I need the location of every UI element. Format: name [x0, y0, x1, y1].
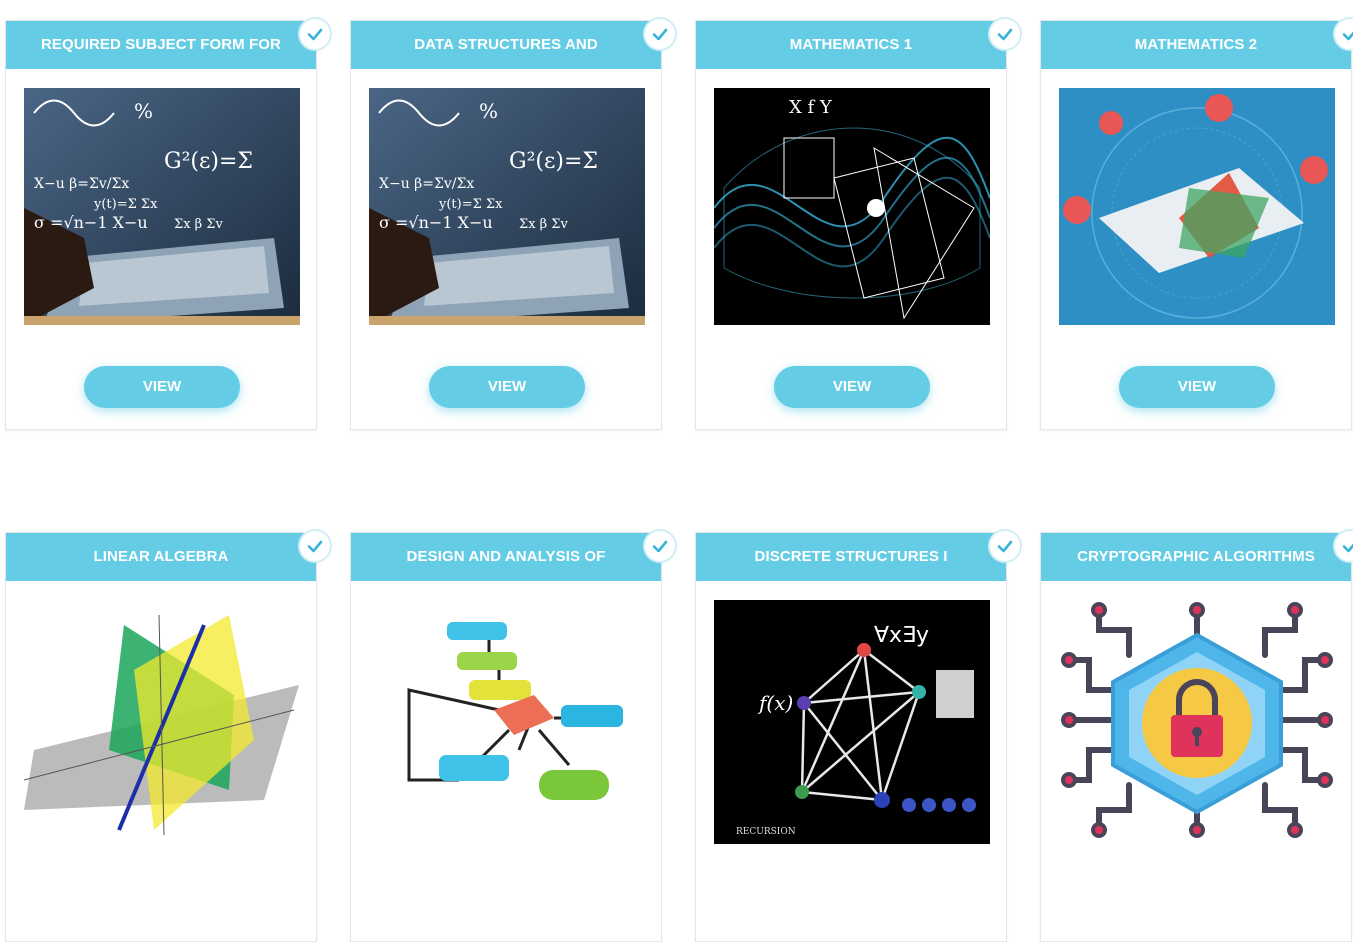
svg-text:σ =√n−1 X−u: σ =√n−1 X−u — [379, 213, 493, 232]
course-title: DISCRETE STRUCTURES I — [696, 533, 1006, 581]
svg-text:X−u β=Σv/Σx: X−u β=Σv/Σx — [379, 176, 474, 192]
course-card: DATA STRUCTURES AND % G²(ε)=Σ X−u β=Σv/Σ… — [350, 17, 677, 430]
view-button[interactable]: VIEW — [429, 366, 585, 408]
checkmark-icon — [643, 529, 677, 563]
course-card: DISCRETE STRUCTURES I ∀x∃y f(x) RECURSIO… — [695, 529, 1022, 942]
svg-text:y(t)=Σ Σx: y(t)=Σ Σx — [93, 197, 158, 212]
course-card: CRYPTOGRAPHIC ALGORITHMS — [1040, 529, 1353, 942]
svg-text:%: % — [479, 99, 498, 123]
checkmark-icon — [298, 17, 332, 51]
course-image[interactable]: X f Y — [714, 88, 990, 325]
svg-text:G²(ε)=Σ: G²(ε)=Σ — [164, 149, 253, 174]
svg-text:G²(ε)=Σ: G²(ε)=Σ — [509, 149, 598, 174]
svg-text:y(t)=Σ Σx: y(t)=Σ Σx — [438, 197, 503, 212]
svg-text:Σx β Σv: Σx β Σv — [174, 217, 223, 232]
svg-text:σ =√n−1 X−u: σ =√n−1 X−u — [34, 213, 148, 232]
course-title: DESIGN AND ANALYSIS OF — [351, 533, 661, 581]
course-image[interactable] — [369, 600, 645, 844]
svg-text:X−u β=Σv/Σx: X−u β=Σv/Σx — [34, 176, 129, 192]
course-card: LINEAR ALGEBRA — [5, 529, 332, 942]
checkmark-icon — [298, 529, 332, 563]
course-image[interactable] — [24, 600, 300, 844]
view-button[interactable]: VIEW — [1119, 366, 1275, 408]
course-card: MATHEMATICS 2 VIEW — [1040, 17, 1353, 430]
recursion-text: RECURSION — [736, 827, 796, 837]
view-button[interactable]: VIEW — [84, 366, 240, 408]
course-card: DESIGN AND ANALYSIS OF — [350, 529, 677, 942]
course-card: MATHEMATICS 1 X f Y VIEW — [695, 17, 1022, 430]
course-image[interactable] — [1059, 600, 1335, 844]
course-image[interactable]: ∀x∃y f(x) RECURSION — [714, 600, 990, 844]
course-card: REQUIRED SUBJECT FORM FOR % G²(ε)=Σ X−u … — [5, 17, 332, 430]
course-image[interactable]: % G²(ε)=Σ X−u β=Σv/Σx σ =√n−1 X−u y(t)=Σ… — [24, 88, 300, 325]
view-button[interactable]: VIEW — [774, 366, 930, 408]
svg-text:%: % — [134, 99, 153, 123]
course-title: LINEAR ALGEBRA — [6, 533, 316, 581]
svg-text:Σx β Σv: Σx β Σv — [519, 217, 568, 232]
checkmark-icon — [643, 17, 677, 51]
course-title: MATHEMATICS 2 — [1041, 21, 1351, 69]
course-image[interactable] — [1059, 88, 1335, 325]
checkmark-icon — [988, 17, 1022, 51]
course-title: DATA STRUCTURES AND — [351, 21, 661, 69]
course-title: MATHEMATICS 1 — [696, 21, 1006, 69]
course-title: REQUIRED SUBJECT FORM FOR — [6, 21, 316, 69]
svg-text:X f Y: X f Y — [789, 97, 833, 118]
checkmark-icon — [988, 529, 1022, 563]
formula-text: ∀x∃y — [874, 623, 929, 648]
course-title: CRYPTOGRAPHIC ALGORITHMS — [1041, 533, 1351, 581]
function-text: f(x) — [757, 691, 793, 715]
course-image[interactable]: % G²(ε)=Σ X−u β=Σv/Σx σ =√n−1 X−u y(t)=Σ… — [369, 88, 645, 325]
